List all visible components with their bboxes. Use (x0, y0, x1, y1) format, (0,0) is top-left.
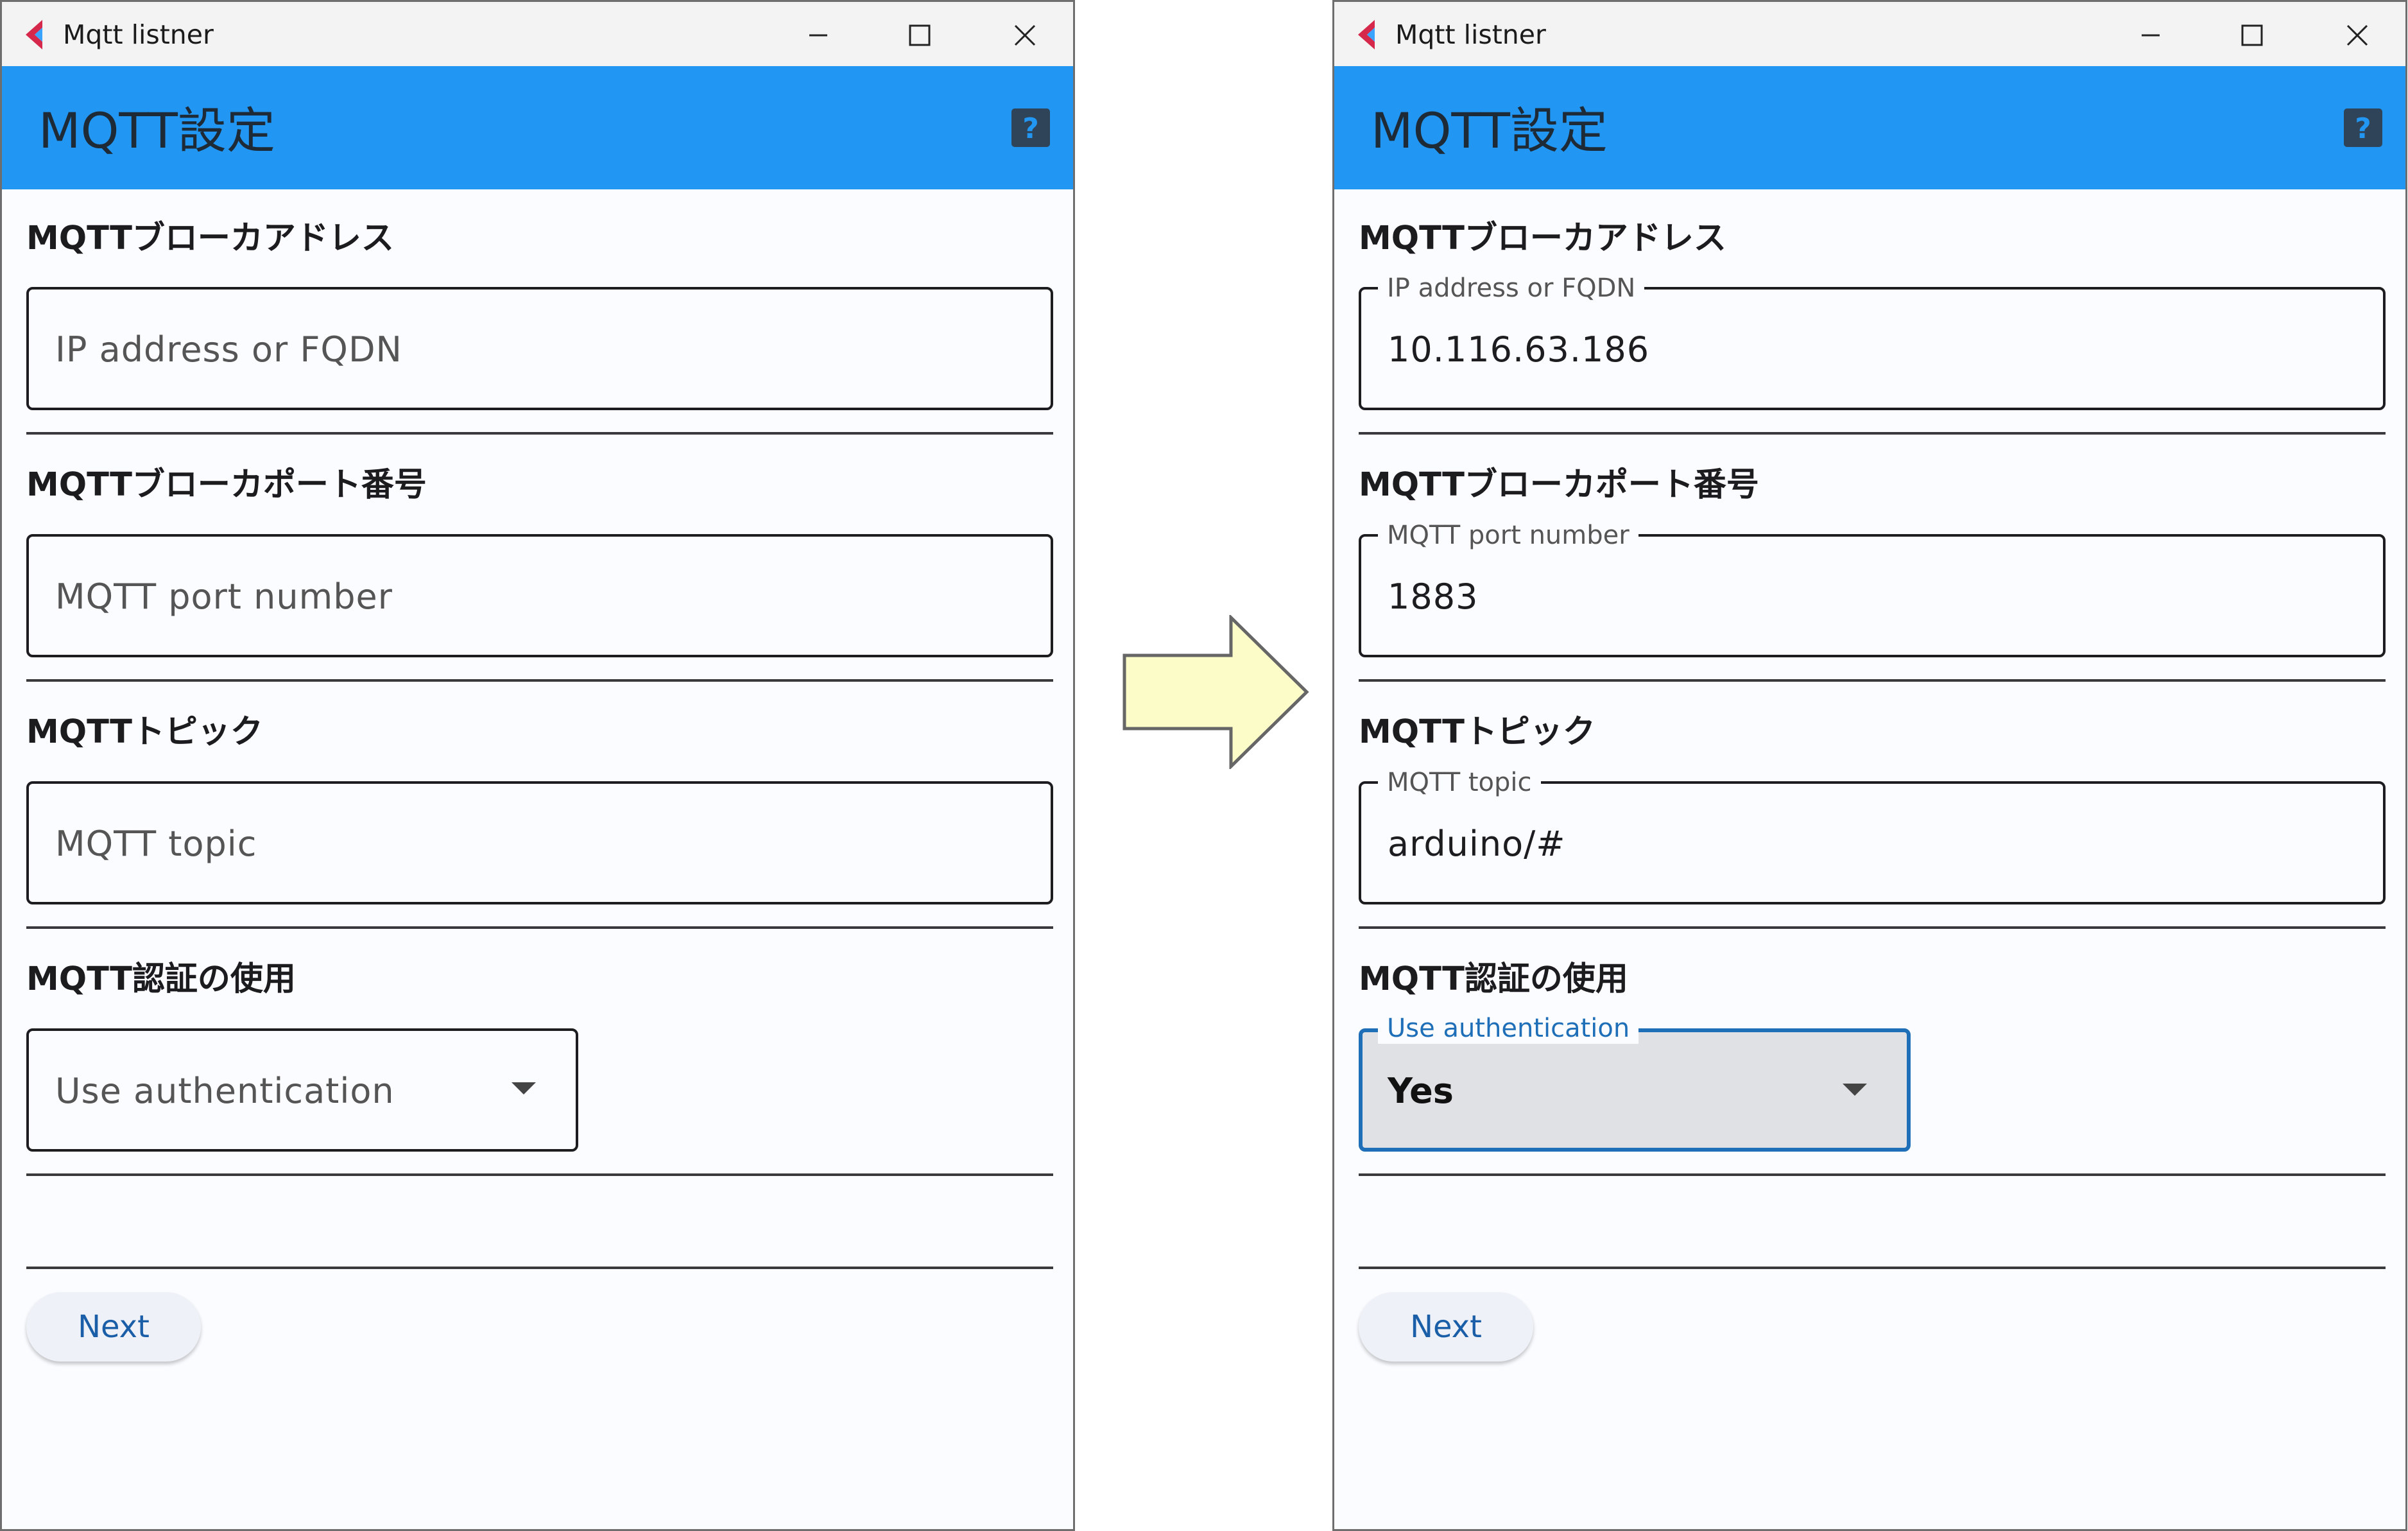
app-icon (26, 20, 42, 49)
help-button[interactable]: ? (2344, 108, 2382, 147)
topic-input[interactable]: MQTT topic arduino/# (1359, 767, 2386, 904)
broker-port-label: MQTTブローカポート番号 (26, 466, 427, 504)
app-bar: MQTT設定 ? (1334, 66, 2405, 189)
topic-placeholder: MQTT topic (55, 824, 257, 864)
help-icon: ? (1011, 108, 1050, 147)
broker-port-placeholder: MQTT port number (55, 576, 393, 617)
topic-input[interactable]: MQTT topic (26, 781, 1053, 904)
broker-port-input[interactable]: MQTT port number (26, 534, 1053, 657)
window-after: Mqtt listner MQTT設定 ? MQTTブローカアドレス IP ad… (1332, 0, 2407, 1531)
window-before: Mqtt listner MQTT設定 ? MQTTブローカアドレス IP ad… (0, 0, 1075, 1531)
divider (1359, 1173, 2386, 1176)
minimize-icon (809, 34, 827, 37)
next-button[interactable]: Next (1359, 1292, 1533, 1362)
help-icon: ? (2344, 108, 2382, 147)
next-button[interactable]: Next (26, 1292, 201, 1362)
topic-value: arduino/# (1388, 824, 1566, 864)
auth-floating-label: Use authentication (1378, 1013, 1639, 1044)
settings-form: MQTTブローカアドレス IP address or FQDN MQTTブローカ… (2, 189, 1073, 1529)
arrow-right-icon (1122, 615, 1312, 769)
svg-text:?: ? (1022, 112, 1039, 145)
divider (1359, 679, 2386, 682)
page-title: MQTT設定 (39, 102, 275, 159)
close-button[interactable] (1007, 17, 1043, 53)
minimize-icon (2142, 34, 2160, 37)
close-button[interactable] (2339, 17, 2375, 53)
maximize-icon (909, 24, 931, 46)
close-icon (2346, 24, 2368, 46)
divider (1359, 432, 2386, 435)
auth-label: MQTT認証の使用 (1359, 960, 1628, 998)
broker-address-label: MQTTブローカアドレス (1359, 220, 1726, 257)
dropdown-arrow-icon (512, 1082, 536, 1094)
close-icon (1014, 24, 1036, 46)
broker-port-input[interactable]: MQTT port number 1883 (1359, 520, 2386, 657)
divider (1359, 1267, 2386, 1269)
window-title: Mqtt listner (63, 19, 214, 50)
app-bar: MQTT設定 ? (2, 66, 1073, 189)
broker-address-label: MQTTブローカアドレス (26, 220, 394, 257)
topic-label: MQTTトピック (26, 713, 263, 751)
auth-dropdown[interactable]: Use authentication Yes (1359, 1013, 1911, 1152)
dropdown-arrow-icon (1843, 1084, 1867, 1096)
divider (26, 1267, 1053, 1269)
divider (26, 679, 1053, 682)
minimize-button[interactable] (2133, 17, 2169, 53)
divider (1359, 926, 2386, 929)
broker-address-input[interactable]: IP address or FQDN 10.116.63.186 (1359, 273, 2386, 410)
title-bar: Mqtt listner (1334, 0, 2405, 66)
help-button[interactable]: ? (1011, 108, 1050, 147)
app-icon (1358, 20, 1375, 49)
broker-address-placeholder: IP address or FQDN (55, 329, 402, 370)
minimize-button[interactable] (800, 17, 836, 53)
divider (26, 432, 1053, 435)
maximize-button[interactable] (902, 17, 938, 53)
broker-port-value: 1883 (1388, 576, 1479, 617)
broker-port-label: MQTTブローカポート番号 (1359, 466, 1759, 504)
broker-address-value: 10.116.63.186 (1388, 329, 1650, 370)
auth-placeholder: Use authentication (55, 1071, 395, 1111)
next-button-label: Next (1410, 1309, 1482, 1345)
auth-dropdown[interactable]: Use authentication (26, 1028, 578, 1152)
settings-form: MQTTブローカアドレス IP address or FQDN 10.116.6… (1334, 189, 2405, 1529)
maximize-button[interactable] (2234, 17, 2270, 53)
auth-label: MQTT認証の使用 (26, 960, 296, 998)
divider (26, 1173, 1053, 1176)
broker-address-input[interactable]: IP address or FQDN (26, 287, 1053, 410)
window-title: Mqtt listner (1395, 19, 1546, 50)
topic-label: MQTTトピック (1359, 713, 1595, 751)
broker-port-floating-label: MQTT port number (1378, 520, 1638, 551)
next-button-label: Next (78, 1309, 150, 1345)
divider (26, 926, 1053, 929)
broker-address-floating-label: IP address or FQDN (1378, 273, 1645, 304)
topic-floating-label: MQTT topic (1378, 767, 1541, 798)
svg-text:?: ? (2355, 112, 2371, 145)
title-bar: Mqtt listner (2, 0, 1073, 66)
transition-arrow-icon (1122, 615, 1309, 769)
page-title: MQTT設定 (1371, 102, 1608, 159)
maximize-icon (2241, 24, 2263, 46)
auth-selected-value: Yes (1388, 1071, 1454, 1111)
